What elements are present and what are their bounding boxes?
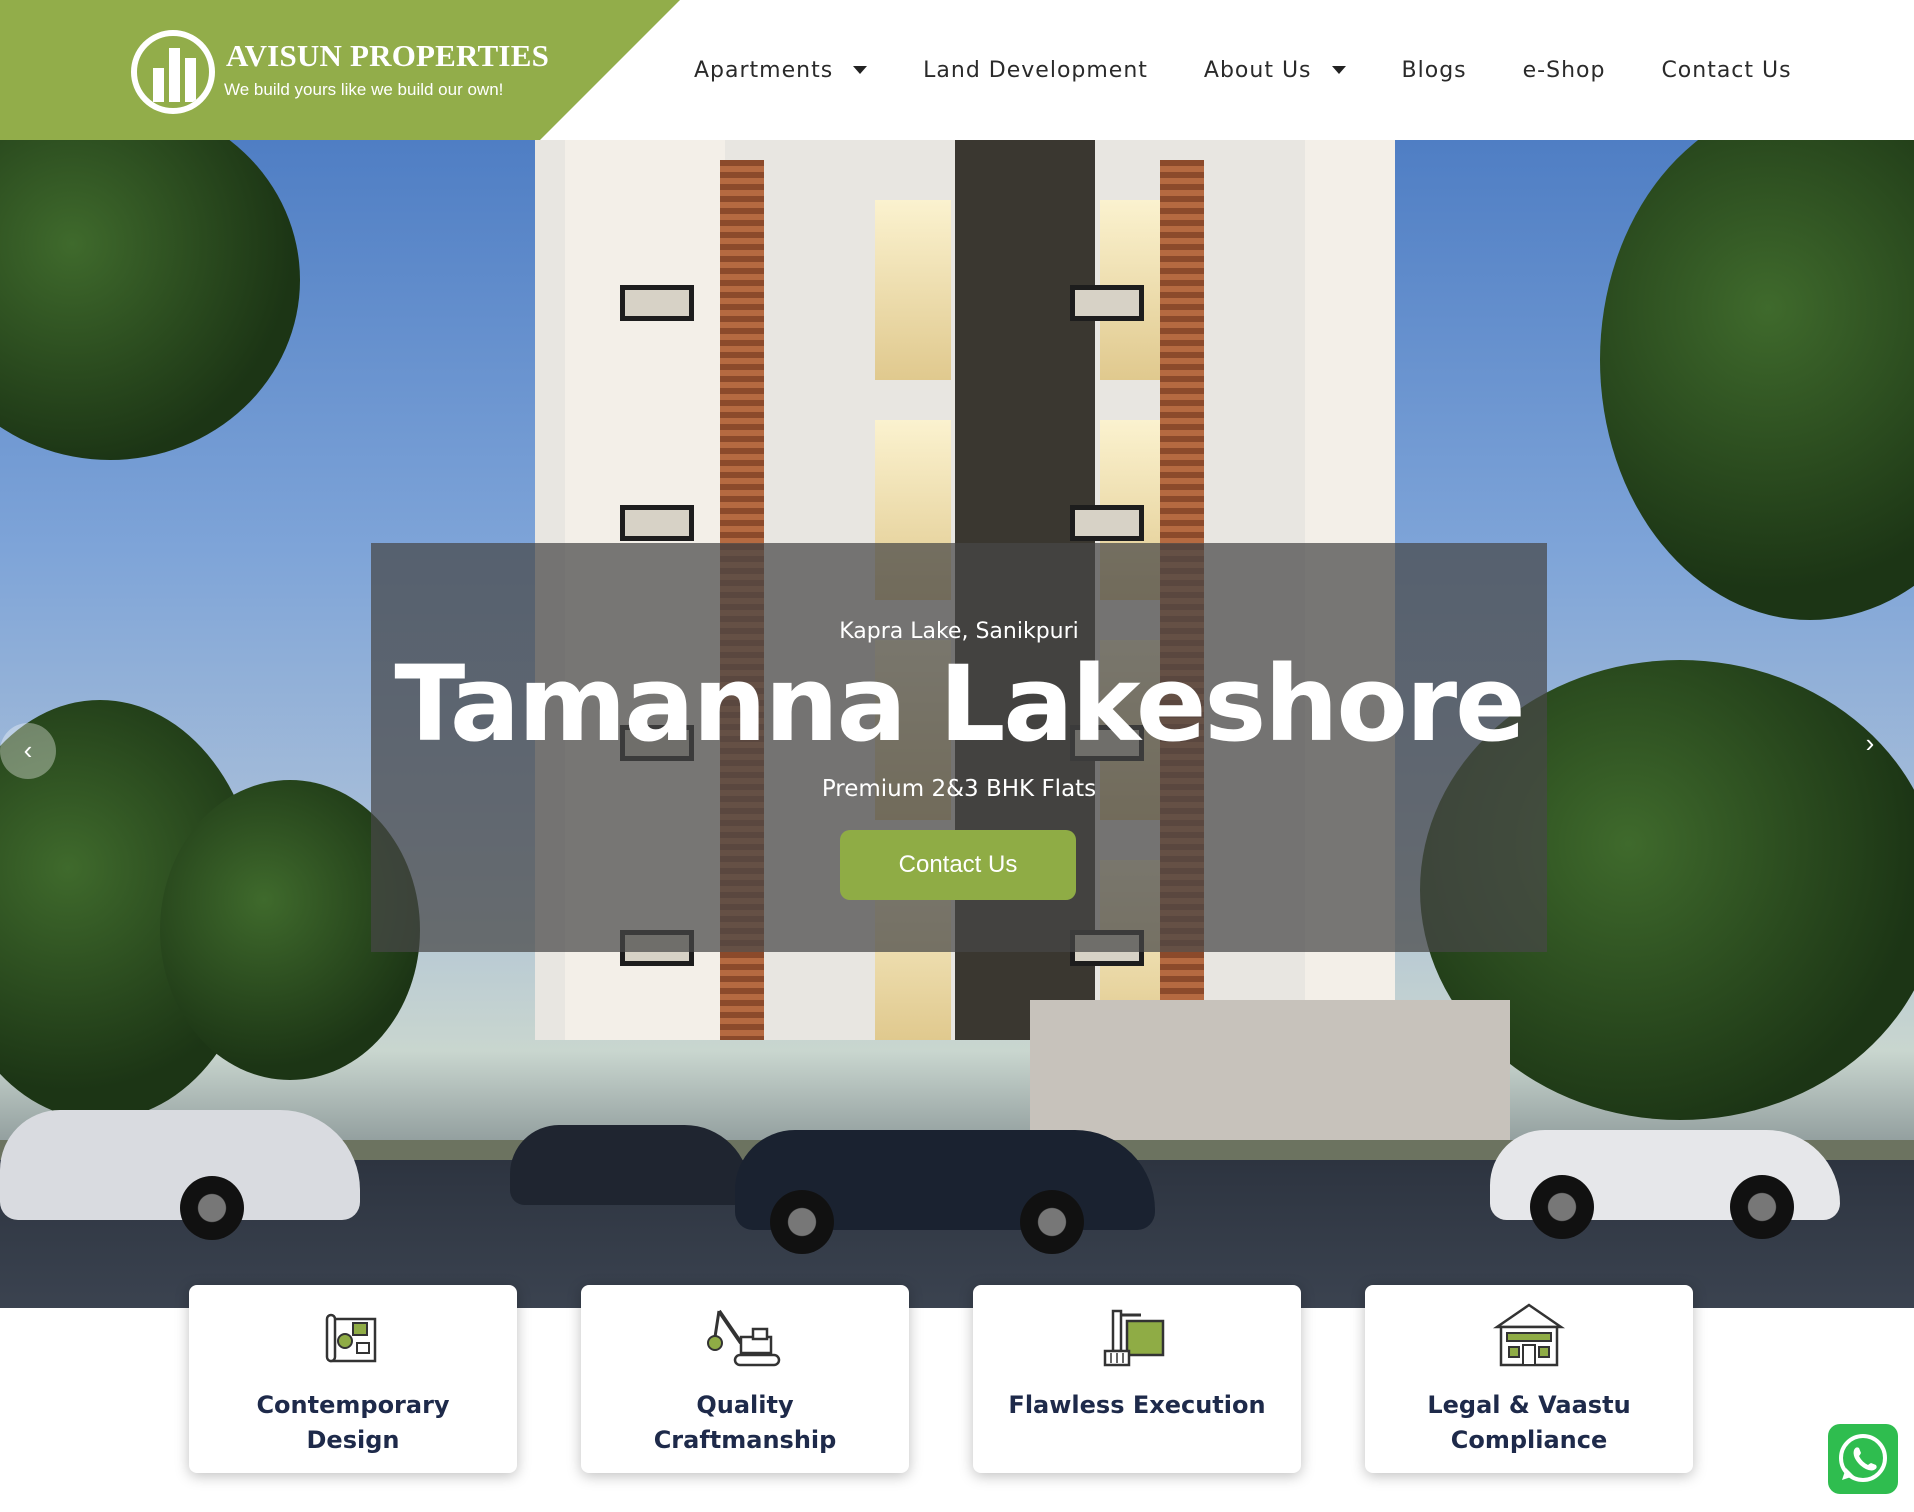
- nav-label: Blogs: [1401, 57, 1467, 83]
- nav-item-land-development[interactable]: Land Development: [923, 58, 1148, 83]
- site-header: AVISUN PROPERTIES We build yours like we…: [0, 0, 1914, 140]
- caret-down-icon: [1331, 66, 1346, 74]
- hero-location: Kapra Lake, Sanikpuri: [839, 619, 1079, 644]
- house-icon: [1492, 1303, 1566, 1367]
- nav-item-contact-us[interactable]: Contact Us: [1661, 58, 1791, 83]
- nav-item-eshop[interactable]: e-Shop: [1523, 58, 1606, 83]
- feature-label: Flawless Execution: [1008, 1391, 1266, 1419]
- nav-label: Contact Us: [1661, 57, 1792, 83]
- whatsapp-button[interactable]: [1828, 1424, 1898, 1494]
- hero-slider: Kapra Lake, Sanikpuri Tamanna Lakeshore …: [0, 140, 1914, 1308]
- nav-item-about-us[interactable]: About Us: [1204, 58, 1346, 83]
- contact-us-button[interactable]: Contact Us: [840, 830, 1076, 900]
- feature-card-contemporary-design: Contemporary Design: [189, 1285, 517, 1473]
- brand-tagline: We build yours like we build our own!: [224, 80, 504, 99]
- nav-label: Land Development: [923, 57, 1148, 83]
- main-nav: Apartments Land Development About Us Blo…: [680, 0, 1834, 140]
- brand-name[interactable]: AVISUN PROPERTIES: [226, 38, 549, 74]
- paint-roller-icon: [1103, 1309, 1165, 1367]
- nav-label: About Us: [1203, 57, 1312, 83]
- nav-label: Apartments: [694, 57, 834, 83]
- caret-down-icon: [853, 66, 868, 74]
- hero-caption-panel: Kapra Lake, Sanikpuri Tamanna Lakeshore …: [371, 543, 1547, 952]
- feature-label: Quality Craftmanship: [653, 1391, 837, 1454]
- chevron-right-icon[interactable]: ›: [1850, 723, 1890, 763]
- blueprint-icon: [325, 1313, 377, 1363]
- excavator-icon: [707, 1309, 781, 1367]
- feature-card-quality-craftmanship: Quality Craftmanship: [581, 1285, 909, 1473]
- feature-card-legal-vaastu-compliance: Legal & Vaastu Compliance: [1365, 1285, 1693, 1473]
- nav-label: e-Shop: [1522, 57, 1606, 83]
- feature-label: Contemporary Design: [256, 1391, 450, 1454]
- logo-icon[interactable]: [131, 30, 215, 114]
- feature-card-flawless-execution: Flawless Execution: [973, 1285, 1301, 1473]
- whatsapp-icon: [1839, 1434, 1887, 1482]
- nav-item-apartments[interactable]: Apartments: [694, 57, 868, 83]
- nav-item-blogs[interactable]: Blogs: [1402, 58, 1467, 83]
- hero-subtitle: Premium 2&3 BHK Flats: [821, 776, 1097, 802]
- chevron-left-icon[interactable]: ‹: [0, 723, 56, 779]
- feature-label: Legal & Vaastu Compliance: [1427, 1391, 1631, 1454]
- hero-title: Tamanna Lakeshore: [394, 643, 1525, 765]
